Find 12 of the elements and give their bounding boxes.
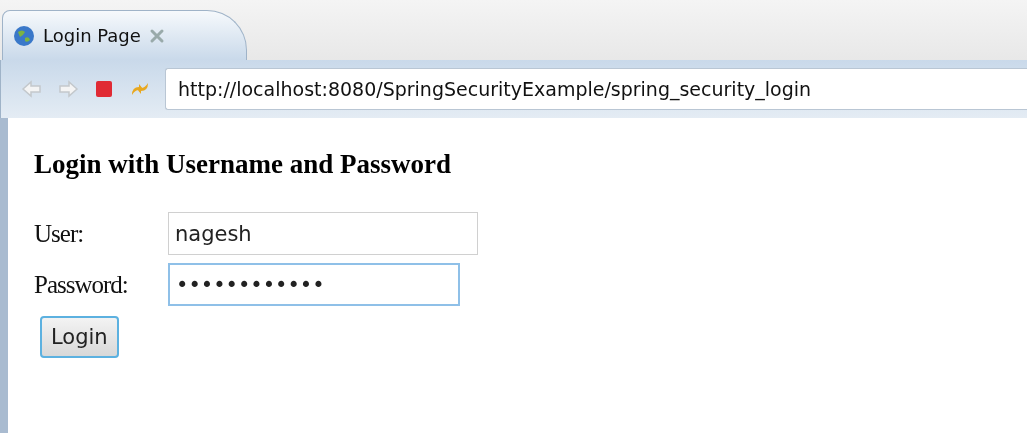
input-field[interactable]: nagesh xyxy=(168,212,478,256)
globe-icon xyxy=(13,24,35,47)
tab[interactable]: Login Page xyxy=(2,10,247,60)
page-heading: Login with Username and Password xyxy=(34,148,453,181)
field-label: Password: xyxy=(34,270,129,301)
close-icon[interactable] xyxy=(148,27,165,44)
password-field[interactable]: •••••••••••• xyxy=(168,263,460,307)
tab-title: Login Page xyxy=(43,24,141,48)
address-field[interactable]: http://localhost:8080/SpringSecurityExample/spring_security_login xyxy=(165,68,1027,110)
field-label: User: xyxy=(34,219,85,250)
login-button[interactable]: Login xyxy=(40,316,119,359)
stop-icon[interactable] xyxy=(93,78,115,100)
